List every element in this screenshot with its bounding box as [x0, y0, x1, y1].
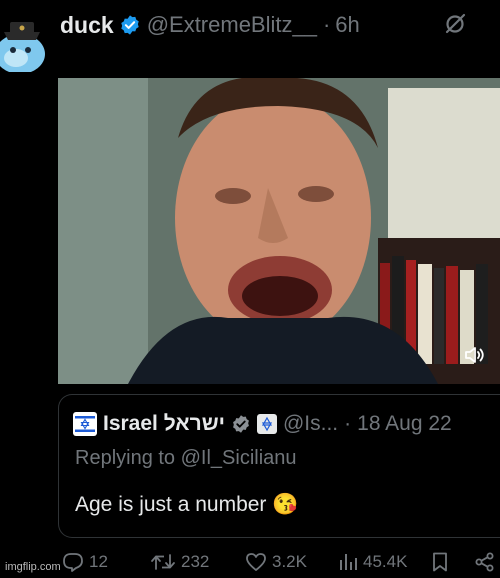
video-media[interactable]	[58, 78, 500, 384]
views-icon	[340, 554, 357, 570]
share-icon	[475, 552, 494, 572]
bookmark-button[interactable]	[432, 552, 453, 572]
post-time[interactable]: 6h	[335, 12, 359, 38]
quoted-post-text: Age is just a number 😘	[75, 493, 299, 516]
separator-dot: ·	[344, 412, 352, 435]
action-bar: 12 232 3.2K 45.4K	[0, 548, 500, 578]
like-count: 3.2K	[272, 552, 307, 571]
repost-button[interactable]: 232	[150, 552, 209, 572]
author-name[interactable]: duck	[60, 12, 114, 39]
verified-badge-icon	[119, 14, 141, 36]
bookmark-icon	[433, 552, 447, 572]
quoted-author-handle[interactable]: @Is...	[283, 412, 338, 436]
quoted-post-header: Israel ישראל @Is... · 18 Aug 22	[73, 409, 500, 439]
separator-dot: ·	[322, 12, 331, 37]
share-button[interactable]	[474, 552, 500, 572]
quoted-post[interactable]: Israel ישראל @Is... · 18 Aug 22 Replying…	[58, 394, 500, 538]
quoted-author-name[interactable]: Israel ישראל	[103, 412, 225, 436]
reply-button[interactable]: 12	[62, 552, 108, 572]
quoted-verified-badge-icon	[231, 414, 251, 434]
reply-icon	[63, 553, 83, 572]
repost-count: 232	[181, 552, 210, 571]
heart-icon	[246, 553, 266, 571]
imgflip-watermark: imgflip.com	[5, 561, 61, 573]
post-header: duck @ExtremeBlitz__ · 6h	[60, 8, 500, 42]
like-button[interactable]: 3.2K	[245, 552, 307, 572]
avatar[interactable]	[0, 10, 46, 74]
grok-icon[interactable]	[444, 12, 466, 41]
quoted-post-date[interactable]: 18 Aug 22	[357, 412, 452, 436]
israel-flag-avatar-icon	[73, 412, 97, 436]
reply-count: 12	[89, 552, 108, 571]
views-count: 45.4K	[363, 552, 408, 571]
views-button[interactable]: 45.4K	[338, 552, 407, 572]
affiliate-badge-icon	[256, 414, 277, 434]
volume-icon[interactable]	[464, 345, 486, 370]
author-handle[interactable]: @ExtremeBlitz__	[147, 12, 317, 38]
replying-to[interactable]: Replying to @Il_Sicilianu	[75, 447, 297, 470]
repost-icon	[151, 554, 175, 570]
